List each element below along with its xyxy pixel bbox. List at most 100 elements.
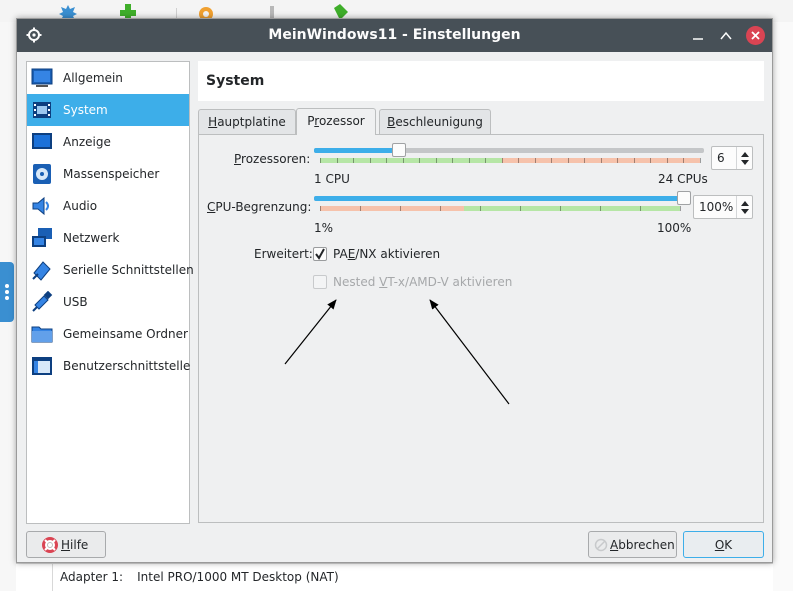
pae-nx-checkbox[interactable] <box>313 247 327 261</box>
processors-spinbox[interactable]: 6 <box>711 146 753 170</box>
zone-tick <box>520 206 521 211</box>
zone-tick <box>419 158 421 163</box>
zone-tick <box>336 158 338 163</box>
minimize-icon[interactable] <box>689 27 707 45</box>
background-details-row: Adapter 1: Intel PRO/1000 MT Desktop (NAT… <box>16 563 773 591</box>
background-left-panel <box>0 22 16 591</box>
help-button-label: Hilfe <box>61 538 89 552</box>
zone-segment <box>320 158 503 163</box>
zone-tick <box>633 158 635 163</box>
zone-tick <box>402 158 404 163</box>
processors-spin-arrows[interactable] <box>736 147 752 169</box>
help-lifebuoy-icon <box>42 537 58 553</box>
adapter-label: Adapter 1: <box>60 570 124 584</box>
background-drag-handle[interactable] <box>0 262 14 322</box>
sidebar-item-allgemein[interactable]: Allgemein <box>27 62 189 94</box>
tab-beschleunigung[interactable]: Beschleunigung <box>379 109 491 135</box>
tab-hauptplatine[interactable]: Hauptplatine <box>198 109 296 135</box>
tab-label: Beschleunigung <box>387 115 483 129</box>
cpu-limit-slider[interactable] <box>314 191 691 205</box>
sidebar-item-audio[interactable]: Audio <box>27 190 189 222</box>
zone-tick <box>534 158 536 163</box>
zone-tick <box>353 158 355 163</box>
processors-slider[interactable] <box>314 143 704 157</box>
cancel-icon <box>594 538 608 552</box>
sidebar-item-label: Benutzerschnittstelle <box>63 359 191 373</box>
zone-tick <box>683 158 685 163</box>
spin-down-icon[interactable] <box>741 160 749 165</box>
sidebar-item-label: Serielle Schnittstellen <box>63 263 194 277</box>
sidebar-item-serielle-schnittstellen[interactable]: Serielle Schnittstellen <box>27 254 194 286</box>
tab-label: Prozessor <box>307 114 365 128</box>
background-divider <box>52 564 53 591</box>
cpu-limit-spinbox[interactable]: 100% <box>693 195 753 219</box>
adapter-value: Intel PRO/1000 MT Desktop (NAT) <box>137 570 339 584</box>
zone-tick <box>480 206 481 211</box>
storage-disk-icon <box>33 164 51 184</box>
zone-tick <box>700 158 701 163</box>
zone-tick <box>440 206 441 211</box>
cpu-limit-slider-fill <box>314 196 684 201</box>
sidebar-item-anzeige[interactable]: Anzeige <box>27 126 189 158</box>
zone-tick <box>452 158 454 163</box>
cpu-limit-label: CPU-Begrenzung: <box>207 200 312 214</box>
extended-label: Erweitert: <box>254 247 313 261</box>
pae-nx-label[interactable]: PAE/NX aktivieren <box>333 247 440 261</box>
zone-tick <box>320 206 321 211</box>
zone-tick <box>617 158 619 163</box>
tab-prozessor[interactable]: Prozessor <box>296 108 376 135</box>
cpu-limit-spin-arrows[interactable] <box>736 196 752 218</box>
system-chip-icon <box>33 102 51 118</box>
sidebar-item-massenspeicher[interactable]: Massenspeicher <box>27 158 189 190</box>
processors-max-label: 24 CPUs <box>658 172 708 186</box>
user-interface-icon <box>32 357 52 375</box>
page-title: System <box>206 73 265 89</box>
nested-vt-label[interactable]: Nested VT-x/AMD-V aktivieren <box>333 275 512 289</box>
zone-tick <box>666 158 668 163</box>
processors-label: Prozessoren: <box>234 152 311 166</box>
spin-down-icon[interactable] <box>741 209 749 214</box>
background-adapter-line: Adapter 1: Intel PRO/1000 MT Desktop (NAT… <box>60 570 339 584</box>
sidebar-item-netzwerk[interactable]: Netzwerk <box>27 222 189 254</box>
processors-slider-handle[interactable] <box>391 143 406 157</box>
sidebar-item-label: Gemeinsame Ordner <box>63 327 188 341</box>
window-title: MeinWindows11 - Einstellungen <box>268 27 521 43</box>
cpu-limit-min-label: 1% <box>314 221 334 235</box>
spin-up-icon[interactable] <box>741 201 749 206</box>
zone-tick <box>468 158 470 163</box>
processors-zone-bar <box>320 158 701 163</box>
sidebar-item-system[interactable]: System <box>27 94 189 126</box>
zone-tick <box>680 206 681 211</box>
cpu-limit-value: 100% <box>699 200 734 214</box>
zone-segment <box>464 206 680 211</box>
ok-button[interactable]: OK <box>683 531 764 558</box>
zone-tick <box>369 158 371 163</box>
sidebar-item-label: USB <box>63 295 88 309</box>
zone-tick <box>640 206 641 211</box>
checkmark-icon <box>315 248 325 260</box>
help-button[interactable]: Hilfe <box>26 531 106 558</box>
shared-folder-icon <box>31 326 53 343</box>
spin-up-icon[interactable] <box>741 152 749 157</box>
sidebar-item-benutzerschnittstelle[interactable]: Benutzerschnittstelle <box>27 350 191 382</box>
sidebar-item-usb[interactable]: USB <box>27 286 189 318</box>
zone-tick <box>600 158 602 163</box>
close-button[interactable] <box>746 26 765 45</box>
zone-tick <box>650 158 652 163</box>
zone-tick <box>485 158 487 163</box>
cancel-button[interactable]: Abbrechen <box>588 531 677 558</box>
nested-vt-checkbox[interactable] <box>313 275 327 289</box>
maximize-icon[interactable] <box>717 27 735 45</box>
sidebar-item-label: Anzeige <box>63 135 111 149</box>
general-icon <box>31 68 53 87</box>
zone-tick <box>400 206 401 211</box>
zone-tick <box>560 206 561 211</box>
sidebar-item-gemeinsame-ordner[interactable]: Gemeinsame Ordner <box>27 318 189 350</box>
zone-tick <box>551 158 553 163</box>
sidebar-item-label: System <box>63 103 108 117</box>
title-bar[interactable]: MeinWindows11 - Einstellungen <box>17 19 772 52</box>
sidebar-item-label: Netzwerk <box>63 231 120 245</box>
zone-segment <box>320 206 464 211</box>
cpu-limit-slider-handle[interactable] <box>677 191 691 205</box>
ok-button-label: OK <box>714 538 733 552</box>
